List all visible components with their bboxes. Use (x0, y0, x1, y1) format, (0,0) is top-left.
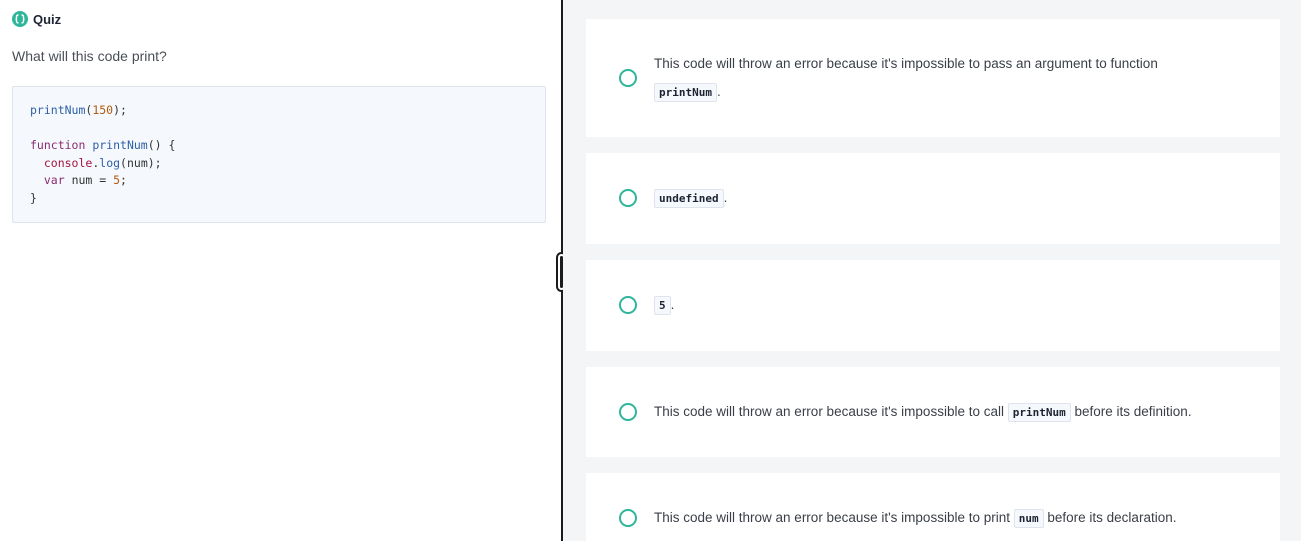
option-text: This code will throw an error because it… (654, 398, 1240, 426)
option-suffix: . (670, 297, 675, 312)
code-line: console.log(num); (30, 155, 545, 173)
option-label: This code will throw an error because it… (654, 510, 1010, 525)
code-token: (num); (120, 155, 162, 170)
code-chip: printNum (654, 82, 717, 102)
code-token: () { (147, 138, 176, 152)
answers-panel: This code will throw an error because it… (563, 0, 1301, 541)
code-token: ; (120, 173, 127, 187)
code-token: printNum (92, 138, 148, 152)
radio-button[interactable] (619, 509, 637, 527)
code-chip: num (1013, 508, 1044, 528)
code-line: function printNum() { (30, 137, 545, 155)
answer-option[interactable]: undefined. (586, 153, 1280, 244)
question-text: What will this code print? (12, 48, 167, 64)
code-line: } (30, 190, 545, 208)
option-text: undefined. (654, 184, 1240, 212)
code-token: 150 (92, 103, 114, 117)
option-label: before its definition. (1074, 404, 1192, 419)
radio-button[interactable] (619, 403, 637, 421)
code-block: printNum(150); function printNum() { con… (12, 86, 546, 223)
answer-option[interactable]: 5. (586, 260, 1280, 351)
answer-option[interactable]: This code will throw an error because it… (586, 367, 1280, 457)
quiz-title: Quiz (33, 11, 62, 27)
option-suffix: . (723, 190, 728, 205)
radio-button[interactable] (619, 296, 637, 314)
option-label: before its declaration. (1047, 510, 1177, 525)
code-token: num = (64, 173, 114, 187)
code-chip: printNum (1007, 402, 1071, 422)
quiz-header: Quiz (12, 10, 61, 28)
answer-option[interactable]: This code will throw an error because it… (586, 19, 1280, 137)
code-token: function (30, 138, 86, 152)
code-line: var num = 5; (30, 172, 545, 190)
code-token: var (43, 173, 65, 187)
code-token: console (43, 155, 93, 170)
answer-option[interactable]: This code will throw an error because it… (586, 473, 1280, 541)
quiz-icon (12, 11, 28, 27)
code-chip: undefined (654, 188, 724, 208)
code-token: log (99, 155, 121, 170)
code-line: printNum(150); (30, 102, 545, 120)
option-label: This code will throw an error because it… (654, 404, 1004, 419)
radio-button[interactable] (619, 189, 637, 207)
option-label: This code will throw an error because it… (654, 56, 1158, 71)
code-token: } (30, 190, 37, 205)
code-token: 5 (113, 173, 121, 187)
quiz-panel: Quiz What will this code print? printNum… (0, 0, 562, 541)
option-suffix: . (716, 84, 721, 99)
radio-button[interactable] (619, 69, 637, 87)
code-token: ); (113, 103, 127, 117)
code-chip: 5 (654, 295, 671, 315)
option-text: This code will throw an error because it… (654, 50, 1240, 106)
option-text: This code will throw an error because it… (654, 504, 1240, 532)
code-token: printNum (30, 103, 86, 117)
option-text: 5. (654, 291, 1240, 319)
